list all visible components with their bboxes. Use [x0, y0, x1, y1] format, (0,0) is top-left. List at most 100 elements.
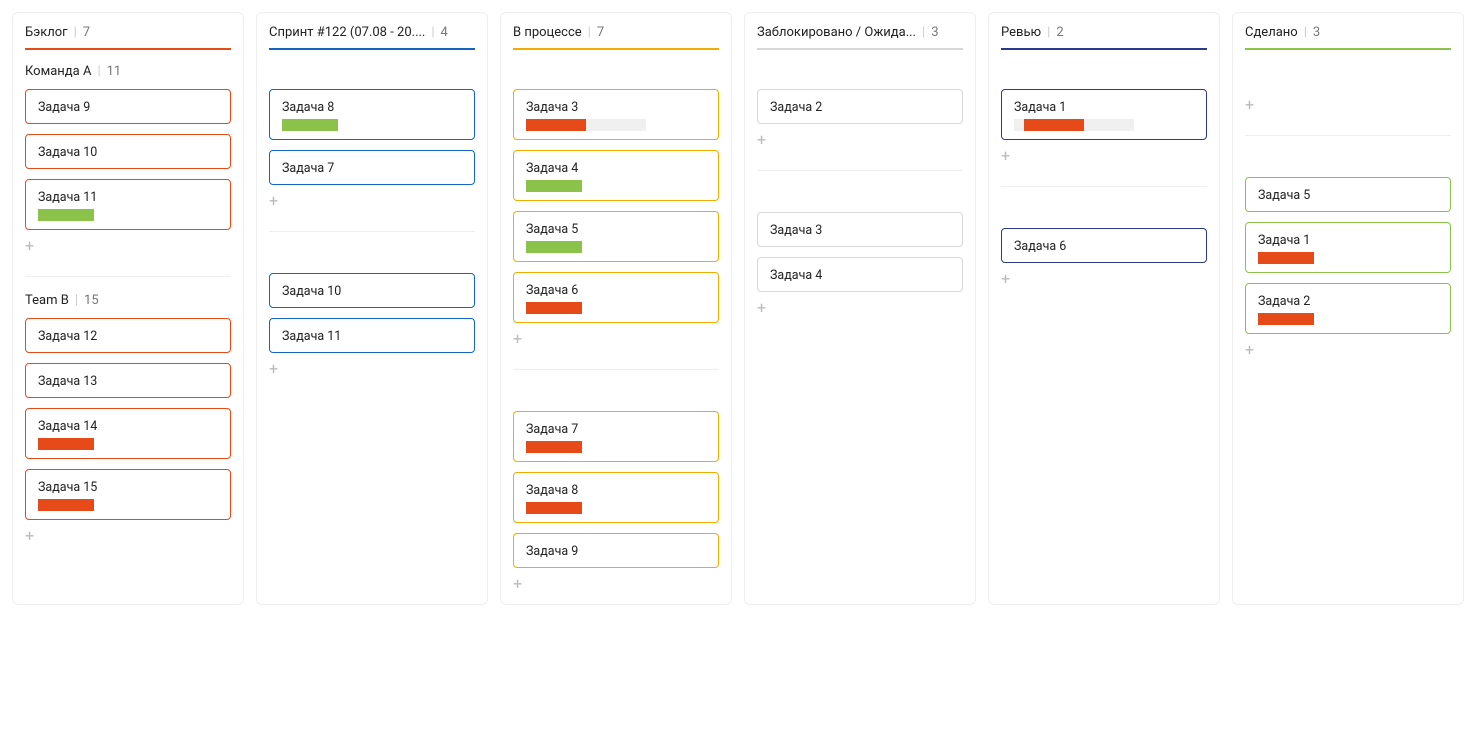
add-card-button[interactable]: + [757, 132, 963, 148]
progress-bar [526, 119, 586, 131]
column-separator: | [431, 25, 434, 40]
swimlane-header-teamA: Команда А|11 [25, 64, 231, 79]
add-card-button[interactable]: + [25, 238, 231, 254]
status-bar [1258, 252, 1314, 264]
cards-list: Задача 8 Задача 7 [269, 89, 475, 185]
card-title: Задача 7 [526, 422, 706, 437]
column-count: 3 [1313, 25, 1320, 40]
column-header-progress: В процессе|7 [513, 25, 719, 50]
cards-list: Задача 2 [757, 89, 963, 124]
card[interactable]: Задача 4 [513, 150, 719, 201]
card-title: Задача 9 [526, 544, 706, 559]
status-bar [282, 119, 338, 131]
status-bar [1258, 313, 1314, 325]
swimlane-title: Team B [25, 293, 69, 308]
column-header-blocked: Заблокировано / Ожида... | 3 [757, 25, 963, 50]
card-title: Задача 1 [1258, 233, 1438, 248]
card[interactable]: Задача 10 [25, 134, 231, 169]
card[interactable]: Задача 13 [25, 363, 231, 398]
column-count: 3 [931, 25, 938, 40]
card[interactable]: Задача 1 [1245, 222, 1451, 273]
add-card-button[interactable]: + [513, 331, 719, 347]
add-card-button[interactable]: + [757, 300, 963, 316]
status-bar [38, 438, 94, 450]
status-bar [526, 302, 582, 314]
card[interactable]: Задача 10 [269, 273, 475, 308]
column-backlog: Бэклог|7Команда А|11Задача 9Задача 10Зад… [12, 12, 244, 605]
card[interactable]: Задача 5 [1245, 177, 1451, 212]
column-separator: | [1047, 25, 1050, 40]
card-title: Задача 13 [38, 374, 218, 389]
column-title: Ревью [1001, 25, 1041, 40]
card-title: Задача 10 [282, 284, 462, 299]
card-title: Задача 6 [1014, 239, 1194, 254]
card-title: Задача 5 [1258, 188, 1438, 203]
column-separator: | [1304, 25, 1307, 40]
swimlane-teamA: Задача 2 + [757, 50, 963, 173]
card[interactable]: Задача 8 [513, 472, 719, 523]
card[interactable]: Задача 3 [757, 212, 963, 247]
add-card-button[interactable]: + [1001, 148, 1207, 164]
status-bar [526, 180, 582, 192]
column-review: Ревью|2 Задача 1+ Задача 6+ [988, 12, 1220, 605]
add-card-button[interactable]: + [25, 528, 231, 544]
card[interactable]: Задача 9 [513, 533, 719, 568]
cards-list: Задача 7 Задача 8 Задача 9 [513, 411, 719, 568]
card-title: Задача 11 [282, 329, 462, 344]
column-title: Сделано [1245, 25, 1298, 40]
swimlane-teamB: Задача 7 Задача 8 Задача 9 + [513, 372, 719, 592]
card-title: Задача 4 [770, 268, 950, 283]
column-count: 7 [83, 25, 90, 40]
column-progress: В процессе|7 Задача 3 Задача 4 Задача 5 Зад… [500, 12, 732, 605]
swimlane-teamA: + [1245, 50, 1451, 138]
card[interactable]: Задача 4 [757, 257, 963, 292]
card[interactable]: Задача 3 [513, 89, 719, 140]
add-card-button[interactable]: + [269, 361, 475, 377]
card[interactable]: Задача 7 [513, 411, 719, 462]
card[interactable]: Задача 5 [513, 211, 719, 262]
swimlane-divider [1245, 135, 1451, 136]
card-title: Задача 3 [526, 100, 706, 115]
swimlane-divider [269, 231, 475, 232]
column-separator: | [922, 25, 925, 40]
card[interactable]: Задача 11 [269, 318, 475, 353]
card[interactable]: Задача 2 [757, 89, 963, 124]
card-title: Задача 3 [770, 223, 950, 238]
card[interactable]: Задача 6 [1001, 228, 1207, 263]
cards-list: Задача 3 Задача 4 [757, 212, 963, 292]
swimlane-count: 15 [84, 293, 99, 308]
swimlane-teamB: Team B|15Задача 12Задача 13Задача 14Зада… [25, 279, 231, 544]
column-title: Заблокировано / Ожида... [757, 25, 916, 40]
card[interactable]: Задача 11 [25, 179, 231, 230]
status-bar [526, 241, 582, 253]
swimlane-teamA: Задача 8 Задача 7 + [269, 50, 475, 234]
card[interactable]: Задача 12 [25, 318, 231, 353]
add-card-button[interactable]: + [1245, 342, 1451, 358]
card[interactable]: Задача 2 [1245, 283, 1451, 334]
cards-list: Задача 10 Задача 11 [269, 273, 475, 353]
card[interactable]: Задача 7 [269, 150, 475, 185]
card[interactable]: Задача 6 [513, 272, 719, 323]
column-separator: | [74, 25, 77, 40]
card-title: Задача 14 [38, 419, 218, 434]
cards-list: Задача 12 Задача 13 Задача 14 Задача 15 [25, 318, 231, 520]
card[interactable]: Задача 1 [1001, 89, 1207, 140]
card-title: Задача 4 [526, 161, 706, 176]
card[interactable]: Задача 9 [25, 89, 231, 124]
cards-list: Задача 6 [1001, 228, 1207, 263]
swimlane-title: Команда А [25, 64, 91, 79]
status-bar [38, 209, 94, 221]
card[interactable]: Задача 8 [269, 89, 475, 140]
swimlane-divider [757, 170, 963, 171]
add-card-button[interactable]: + [513, 576, 719, 592]
card[interactable]: Задача 14 [25, 408, 231, 459]
add-card-button[interactable]: + [1245, 97, 1451, 113]
column-blocked: Заблокировано / Ожида... | 3 Задача 2 + Зад… [744, 12, 976, 605]
add-card-button[interactable]: + [1001, 271, 1207, 287]
card-title: Задача 15 [38, 480, 218, 495]
card[interactable]: Задача 15 [25, 469, 231, 520]
status-bar [526, 441, 582, 453]
card-title: Задача 11 [38, 190, 218, 205]
add-card-button[interactable]: + [269, 193, 475, 209]
column-sprint: Спринт #122 (07.08 - 20....|4 Задача 8За… [256, 12, 488, 605]
